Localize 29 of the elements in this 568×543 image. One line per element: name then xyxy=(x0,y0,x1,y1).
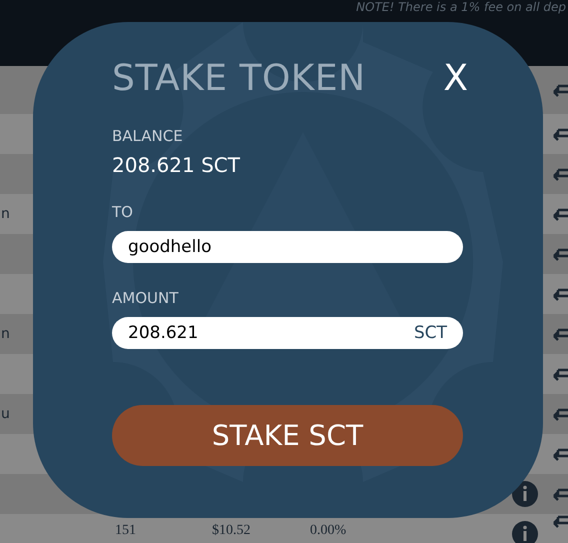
close-button[interactable]: X xyxy=(443,58,468,99)
info-icon[interactable] xyxy=(512,521,538,543)
balance-value: 208.621 SCT xyxy=(112,153,241,177)
swap-icon[interactable] xyxy=(552,167,568,181)
swap-icon[interactable] xyxy=(552,327,568,341)
swap-icon[interactable] xyxy=(552,514,568,528)
table-cell: 151 xyxy=(115,523,136,539)
table-cell: n xyxy=(1,326,10,342)
fee-note: NOTE! There is a 1% fee on all dep xyxy=(356,0,566,14)
swap-icon[interactable] xyxy=(552,287,568,301)
amount-field[interactable]: 208.621 SCT xyxy=(112,317,463,349)
table-cell: 0.00% xyxy=(310,523,346,539)
table-cell: u xyxy=(1,406,10,422)
to-field[interactable]: goodhello xyxy=(112,231,463,263)
swap-icon[interactable] xyxy=(552,207,568,221)
swap-icon[interactable] xyxy=(552,247,568,261)
amount-label: AMOUNT xyxy=(112,289,180,307)
balance-label: BALANCE xyxy=(112,127,184,145)
swap-icon[interactable] xyxy=(552,487,568,501)
swap-icon[interactable] xyxy=(552,367,568,381)
to-label: TO xyxy=(112,203,134,221)
table-cell: $10.52 xyxy=(212,523,250,539)
swap-icon[interactable] xyxy=(552,407,568,421)
stake-button[interactable]: STAKE SCT xyxy=(112,405,463,466)
swap-icon[interactable] xyxy=(552,127,568,141)
swap-icon[interactable] xyxy=(552,83,568,97)
swap-icon[interactable] xyxy=(552,447,568,461)
dialog-title: STAKE TOKEN xyxy=(112,58,366,99)
table-cell: n xyxy=(1,206,10,222)
